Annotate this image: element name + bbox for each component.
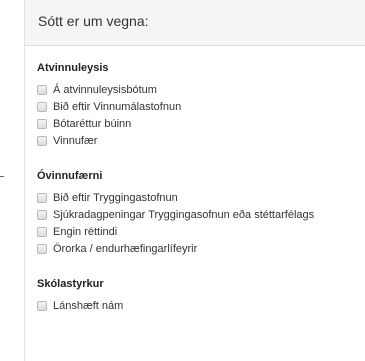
option-label: Á atvinnuleysisbótum (53, 83, 157, 96)
option-label: Sjúkradagpeningar Tryggingasofnun eða st… (53, 208, 315, 221)
option-label: Bótaréttur búinn (53, 117, 132, 130)
application-reason-panel: Sótt er um vegna: Atvinnuleysis Á atvinn… (24, 0, 365, 361)
checkbox[interactable] (37, 101, 47, 112)
option-label: Engin réttindi (53, 225, 118, 238)
checkbox[interactable] (37, 118, 47, 129)
checkbox[interactable] (37, 209, 47, 220)
checkbox[interactable] (37, 192, 47, 203)
option-label: Bið eftir Vinnumálastofnun (53, 100, 182, 113)
group-ovinnufaerni: Óvinnufærni Bið eftir Tryggingastofnun S… (37, 169, 365, 257)
option-a-atvinnuleysisbotum[interactable]: Á atvinnuleysisbótum (37, 81, 365, 98)
checkbox[interactable] (37, 226, 47, 237)
option-engin-rettindi[interactable]: Engin réttindi (37, 223, 365, 240)
left-edge-mark (0, 176, 4, 177)
option-botarettur-buinn[interactable]: Bótaréttur búinn (37, 115, 365, 132)
option-lanshaeft-nam[interactable]: Lánshæft nám (37, 297, 365, 314)
group-atvinnuleysis: Atvinnuleysis Á atvinnuleysisbótum Bið e… (37, 61, 365, 149)
checkbox[interactable] (37, 300, 47, 311)
checkbox[interactable] (37, 84, 47, 95)
option-label: Bið eftir Tryggingastofnun (53, 191, 178, 204)
group-title-atvinnuleysis: Atvinnuleysis (37, 62, 109, 74)
option-sjukradagpeningar[interactable]: Sjúkradagpeningar Tryggingasofnun eða st… (37, 206, 365, 223)
checkbox[interactable] (37, 243, 47, 254)
option-label: Lánshæft nám (53, 299, 124, 312)
group-title-skolastyrkur: Skólastyrkur (37, 278, 104, 290)
group-title-ovinnufaerni: Óvinnufærni (37, 170, 103, 182)
option-vinnufaer[interactable]: Vinnufær (37, 132, 365, 149)
option-label: Vinnufær (53, 134, 98, 147)
option-bid-eftir-vinnumalastofnun[interactable]: Bið eftir Vinnumálastofnun (37, 98, 365, 115)
checkbox[interactable] (37, 135, 47, 146)
panel-heading: Sótt er um vegna: (25, 0, 365, 46)
panel-body: Atvinnuleysis Á atvinnuleysisbótum Bið e… (25, 61, 365, 314)
option-bid-eftir-tryggingastofnun[interactable]: Bið eftir Tryggingastofnun (37, 189, 365, 206)
option-ororka-endurhaefingarlifeyrir[interactable]: Örorka / endurhæfingarlífeyrir (37, 240, 365, 257)
group-skolastyrkur: Skólastyrkur Lánshæft nám (37, 277, 365, 314)
option-label: Örorka / endurhæfingarlífeyrir (53, 242, 198, 255)
